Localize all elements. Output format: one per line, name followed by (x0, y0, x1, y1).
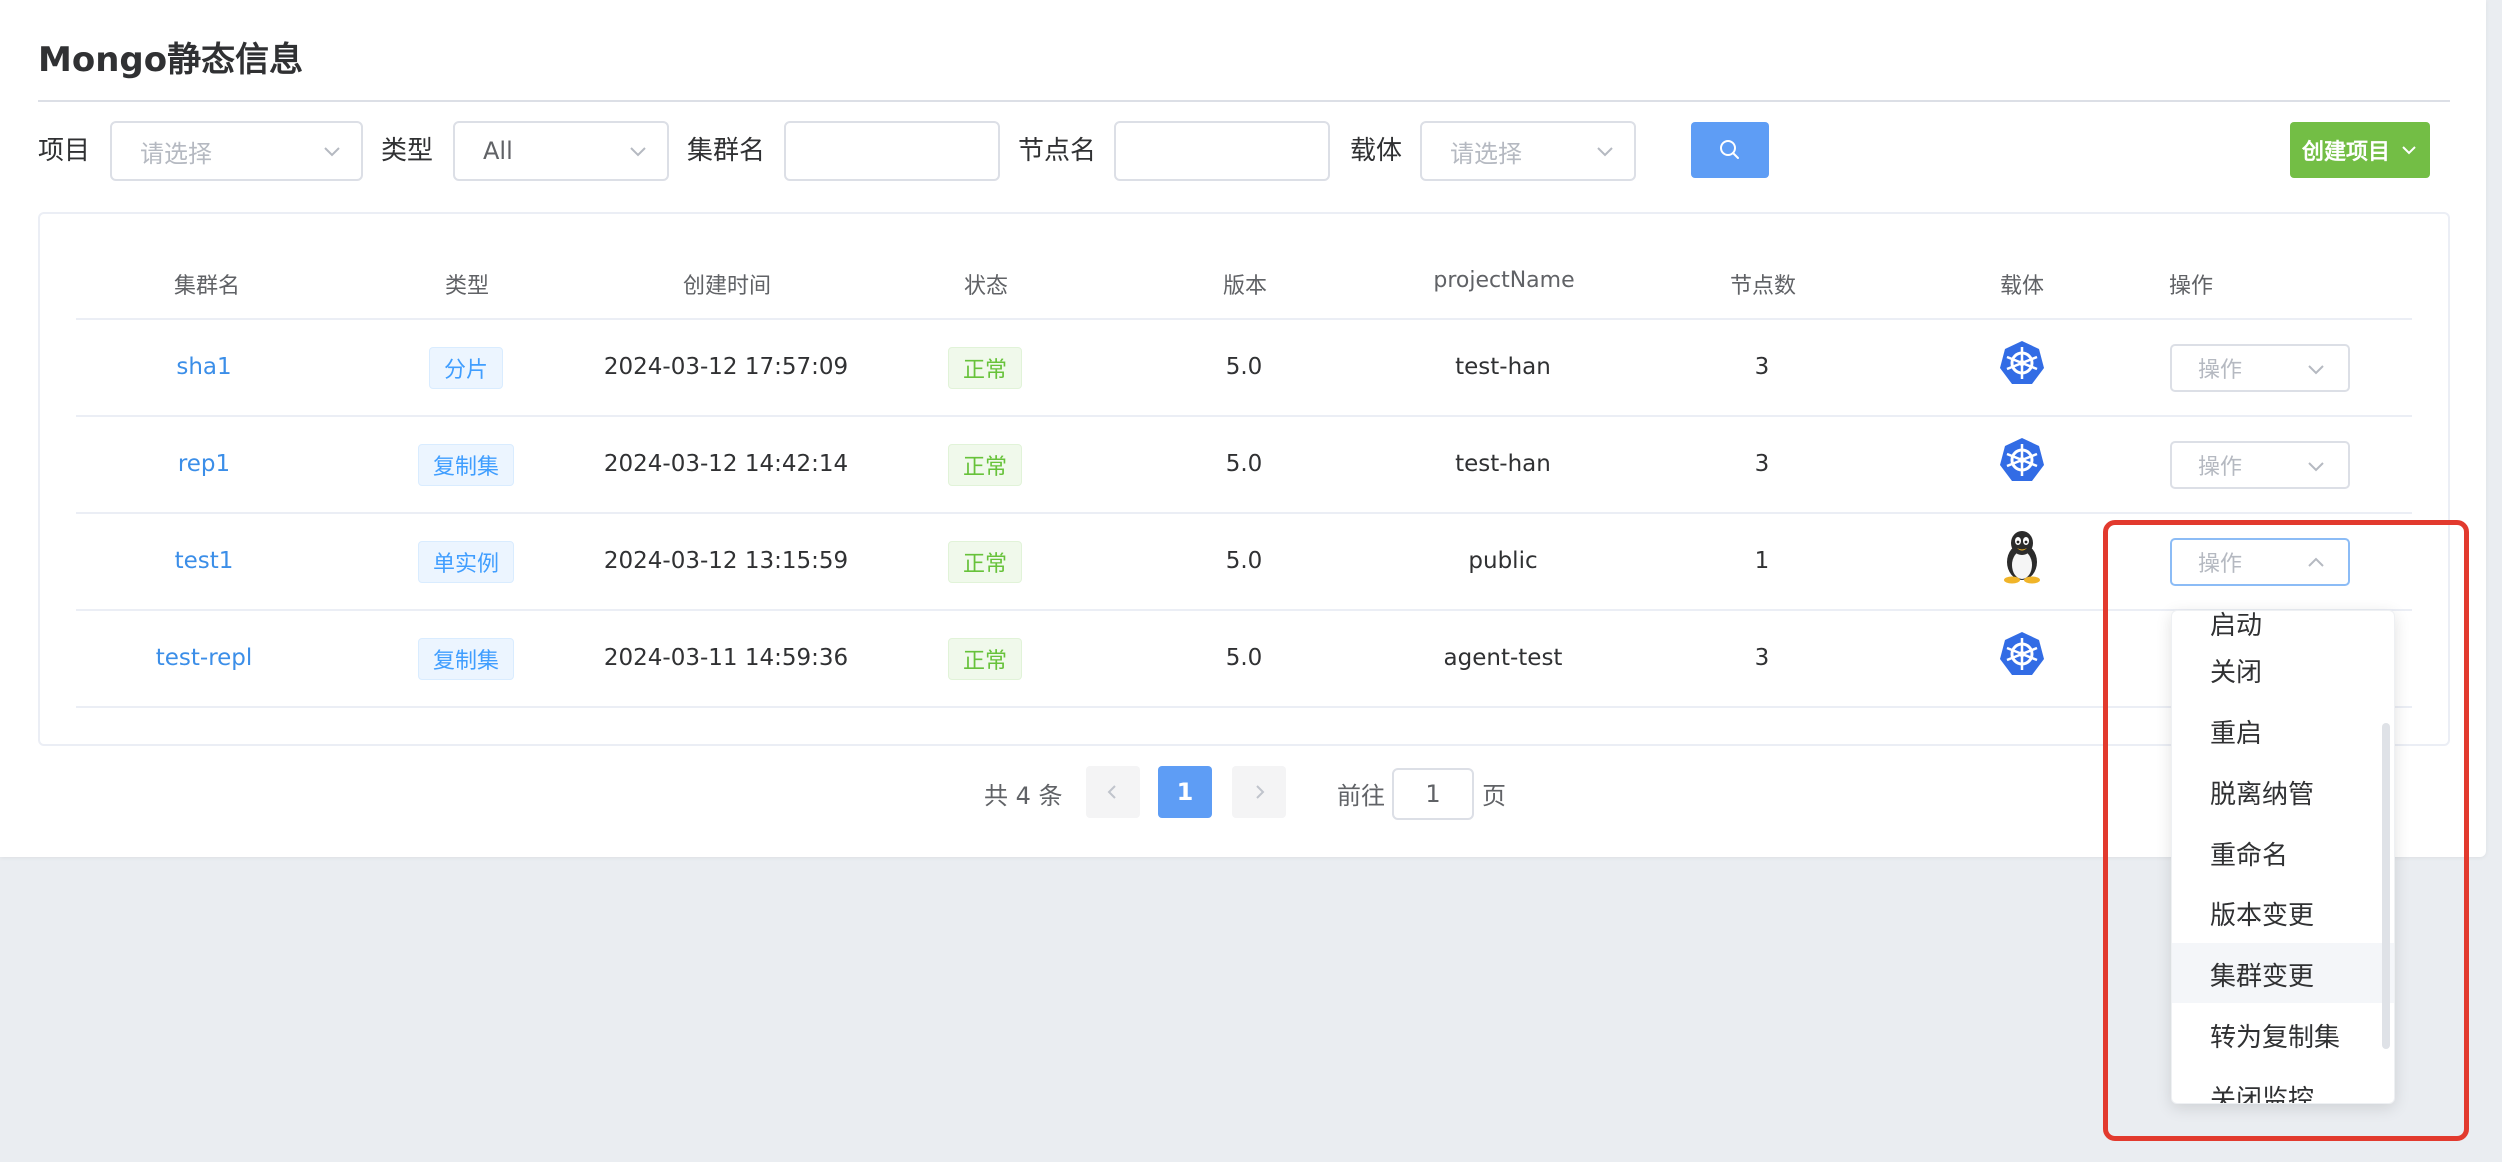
row-divider (76, 415, 2412, 417)
action-select[interactable]: 操作 (2170, 344, 2350, 392)
type-filter-label: 类型 (381, 136, 434, 166)
page-suffix-label: 页 (1482, 782, 1506, 810)
kubernetes-icon (2000, 438, 2044, 481)
node-filter-label: 节点名 (1018, 136, 1097, 166)
column-header-created: 创建时间 (682, 274, 772, 299)
kubernetes-icon (2000, 341, 2044, 384)
node-count: 1 (1754, 548, 1770, 574)
action-select[interactable]: 操作 (2170, 441, 2350, 489)
action-select-placeholder: 操作 (2198, 455, 2243, 480)
project-name: agent-test (1443, 645, 1563, 671)
column-header-action: 操作 (2168, 274, 2214, 299)
search-button[interactable] (1691, 122, 1769, 178)
status-badge: 正常 (947, 541, 1023, 583)
chevron-down-icon (1597, 147, 1613, 157)
project-name: public (1468, 548, 1538, 574)
row-divider (76, 609, 2412, 611)
project-select-placeholder: 请选择 (140, 139, 212, 168)
annotation-highlight-box (2103, 520, 2469, 1141)
status-badge: 正常 (947, 444, 1023, 486)
chevron-down-icon (2402, 146, 2416, 155)
project-select[interactable]: 请选择 (110, 121, 363, 181)
type-tag: 分片 (428, 347, 504, 389)
linux-icon (2004, 531, 2040, 584)
type-select[interactable]: All (453, 121, 669, 181)
created-time: 2024-03-12 14:42:14 (603, 451, 849, 477)
column-header-type: 类型 (444, 274, 490, 299)
carrier-select[interactable]: 请选择 (1420, 121, 1636, 181)
cluster-name-link[interactable]: rep1 (178, 451, 230, 477)
chevron-right-icon (1256, 785, 1265, 799)
row-divider (76, 318, 2412, 320)
title-divider (38, 100, 2450, 102)
carrier-filter-label: 载体 (1350, 136, 1403, 166)
create-project-label: 创建项目 (2301, 140, 2390, 165)
chevron-down-icon (630, 147, 646, 157)
cluster-name-link[interactable]: test1 (175, 548, 234, 574)
carrier-select-placeholder: 请选择 (1450, 139, 1522, 168)
version: 5.0 (1225, 645, 1263, 671)
cluster-name-link[interactable]: sha1 (176, 354, 231, 380)
version: 5.0 (1225, 354, 1263, 380)
project-name: test-han (1455, 354, 1551, 380)
created-time: 2024-03-11 14:59:36 (603, 645, 849, 671)
node-name-input[interactable] (1114, 121, 1330, 181)
chevron-left-icon (1107, 785, 1116, 799)
row-divider (76, 706, 2412, 708)
kubernetes-icon (2000, 632, 2044, 675)
version: 5.0 (1225, 451, 1263, 477)
goto-label: 前往 (1337, 782, 1385, 810)
chevron-down-icon (324, 147, 340, 157)
column-header-nodes: 节点数 (1729, 274, 1797, 299)
goto-page-input[interactable]: 1 (1392, 768, 1474, 820)
type-tag: 复制集 (417, 638, 515, 680)
project-name: test-han (1455, 451, 1551, 477)
node-count: 3 (1754, 354, 1770, 380)
row-divider (76, 512, 2412, 514)
next-page-button[interactable] (1232, 766, 1286, 818)
node-count: 3 (1754, 645, 1770, 671)
node-count: 3 (1754, 451, 1770, 477)
type-select-value: All (483, 137, 513, 165)
create-project-button[interactable]: 创建项目 (2290, 122, 2430, 178)
created-time: 2024-03-12 17:57:09 (603, 354, 849, 380)
prev-page-button[interactable] (1086, 766, 1140, 818)
cluster-filter-label: 集群名 (687, 136, 766, 166)
column-header-status: 状态 (963, 274, 1009, 299)
chevron-down-icon (2308, 365, 2324, 375)
page-number-current[interactable]: 1 (1158, 766, 1212, 818)
column-header-version: 版本 (1222, 274, 1268, 299)
column-header-cluster: 集群名 (173, 274, 241, 299)
version: 5.0 (1225, 548, 1263, 574)
chevron-down-icon (2308, 462, 2324, 472)
status-badge: 正常 (947, 638, 1023, 680)
page-title: Mongo静态信息 (38, 40, 304, 80)
status-badge: 正常 (947, 347, 1023, 389)
cluster-name-input[interactable] (784, 121, 1000, 181)
action-select-placeholder: 操作 (2198, 358, 2243, 383)
project-filter-label: 项目 (38, 136, 91, 166)
pagination-total: 共 4 条 (984, 782, 1063, 810)
created-time: 2024-03-12 13:15:59 (603, 548, 849, 574)
column-header-carrier: 载体 (1999, 274, 2045, 299)
type-tag: 复制集 (417, 444, 515, 486)
search-icon (1720, 140, 1739, 159)
cluster-name-link[interactable]: test-repl (156, 645, 253, 671)
column-header-project: projectName (1433, 268, 1575, 293)
type-tag: 单实例 (417, 541, 515, 583)
